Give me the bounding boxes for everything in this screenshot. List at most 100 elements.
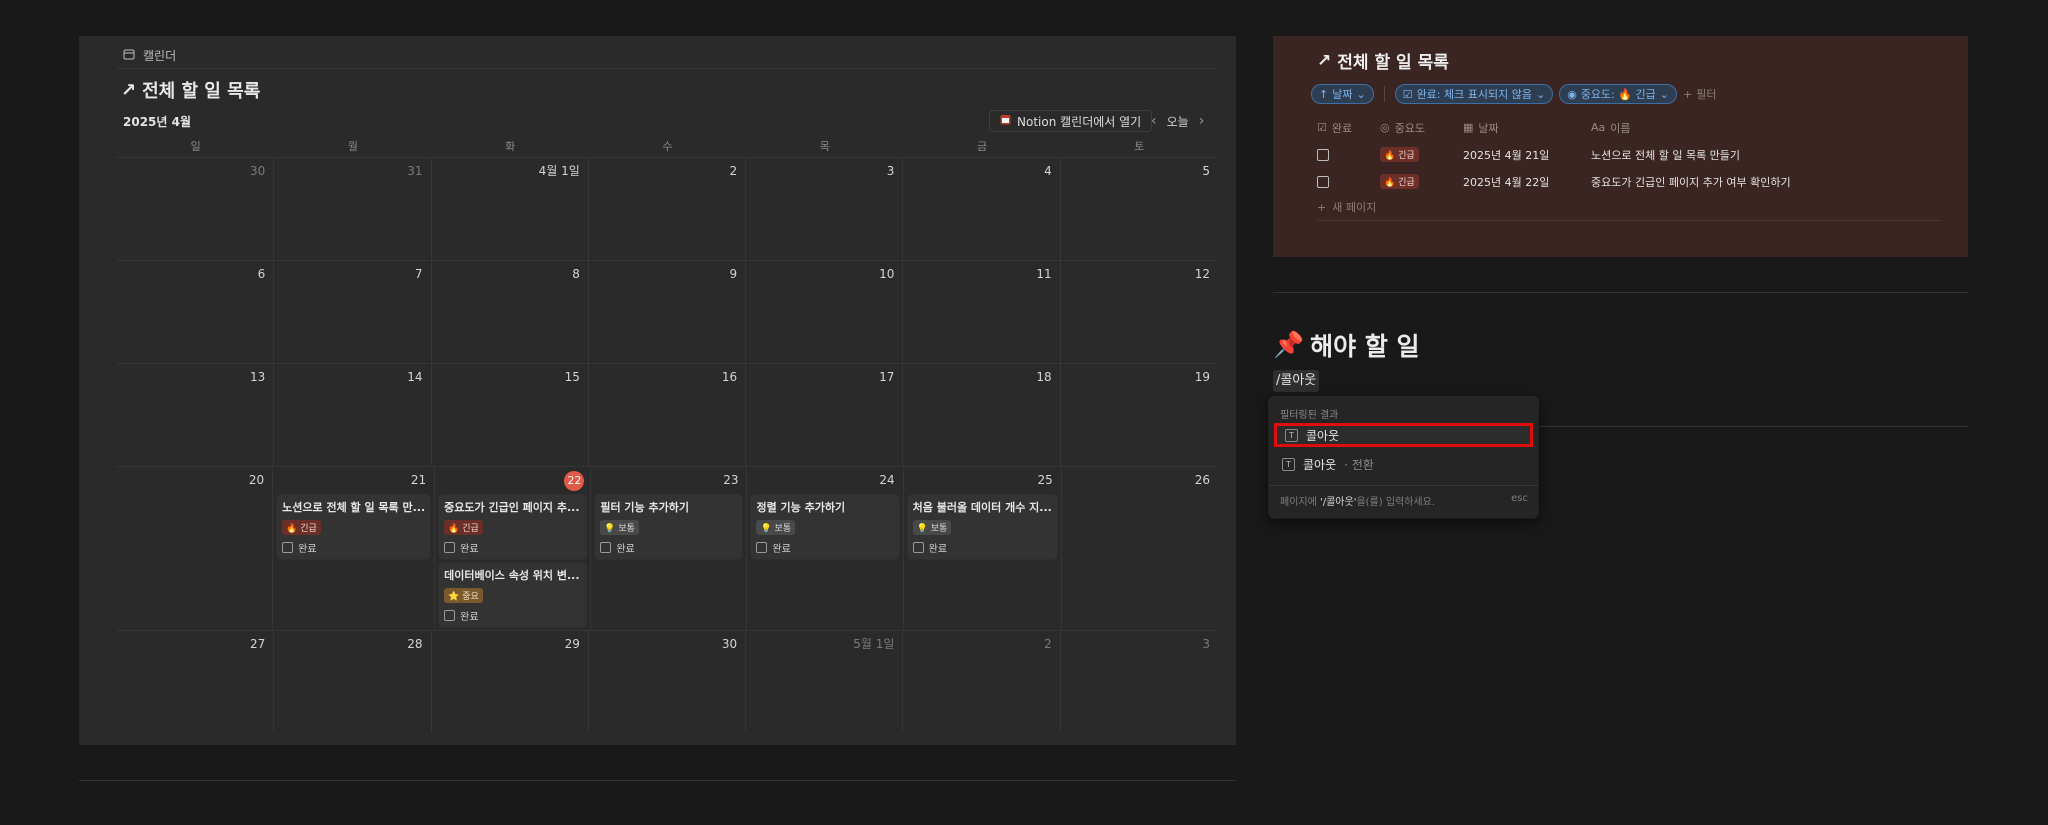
menu-hint: 페이지에 '/콜아웃'을(를) 입력하세요.: [1280, 493, 1435, 508]
checkbox-icon[interactable]: [444, 542, 456, 553]
todo-heading[interactable]: 📌 해야 할 일: [1273, 327, 1420, 363]
calendar-day[interactable]: 23 필터 기능 추가하기 💡 보통 완료: [591, 467, 748, 631]
name-cell[interactable]: 노션으로 전체 할 일 목록 만들기: [1591, 147, 1932, 163]
plus-icon: +: [1683, 87, 1693, 101]
calendar-view-tab[interactable]: 캘린더: [123, 44, 176, 66]
column-header-name[interactable]: Aa 이름: [1591, 120, 1932, 136]
done-checkbox-row[interactable]: 완료: [444, 540, 581, 555]
calendar-day[interactable]: 5월 1일: [746, 631, 904, 733]
calendar-event-card[interactable]: 정렬 기능 추가하기 💡 보통 완료: [751, 495, 899, 559]
done-checkbox[interactable]: [1317, 148, 1329, 161]
calendar-day[interactable]: 19: [1061, 364, 1218, 466]
calendar-day[interactable]: 7: [274, 261, 432, 363]
event-title: 노션으로 전체 할 일 목록 만...: [282, 501, 426, 514]
new-page-button[interactable]: + 새 페이지: [1317, 195, 1932, 219]
day-number: 20: [248, 473, 265, 487]
done-checkbox-row[interactable]: 완료: [444, 608, 581, 623]
calendar-day[interactable]: 30: [117, 158, 275, 260]
calendar-day[interactable]: 12: [1061, 261, 1218, 363]
today-button[interactable]: 오늘: [1167, 113, 1189, 130]
table-title[interactable]: ↗ 전체 할 일 목록: [1317, 48, 1449, 74]
priority-filter-chip[interactable]: ◉ 중요도: 🔥 긴급 ⌄: [1559, 84, 1678, 104]
column-label: 중요도: [1394, 121, 1425, 135]
calendar-day[interactable]: 20: [117, 467, 274, 631]
calendar-day[interactable]: 11: [903, 261, 1061, 363]
done-checkbox-row[interactable]: 완료: [912, 540, 1052, 555]
calendar-title[interactable]: ↗ 전체 할 일 목록: [121, 77, 260, 103]
calendar-event-card[interactable]: 중요도가 긴급인 페이지 추... 🔥 긴급 완료: [439, 495, 587, 559]
calendar-day[interactable]: 2: [903, 631, 1061, 733]
day-number: 19: [1194, 370, 1210, 384]
calendar-day[interactable]: 15: [432, 364, 589, 466]
calendar-day[interactable]: 24 정렬 기능 추가하기 💡 보통 완료: [747, 467, 904, 631]
menu-item-sub-label: 전환: [1351, 457, 1374, 472]
checkbox-icon[interactable]: [444, 610, 456, 621]
calendar-day[interactable]: 4월 1일: [432, 158, 589, 260]
table-row[interactable]: 🔥 긴급 2025년 4월 22일 중요도가 긴급인 페이지 추가 여부 확인하…: [1317, 168, 1932, 195]
select-property-icon: ◎: [1380, 121, 1390, 134]
calendar-event-card[interactable]: 데이터베이스 속성 위치 변... ⭐ 중요 완료: [439, 563, 587, 627]
done-label: 완료: [460, 544, 479, 555]
esc-key-hint[interactable]: esc: [1511, 493, 1528, 508]
calendar-day[interactable]: 29: [432, 631, 589, 733]
weekday-header: 일 월 화 수 목 금 토: [117, 136, 1218, 158]
calendar-day[interactable]: 13: [117, 364, 275, 466]
calendar-event-card[interactable]: 필터 기능 추가하기 💡 보통 완료: [595, 495, 743, 559]
done-checkbox-row[interactable]: 완료: [282, 540, 425, 555]
menu-divider: [1269, 485, 1538, 486]
menu-item-callout[interactable]: T 콜아웃: [1274, 423, 1533, 447]
calendar-day[interactable]: 22 중요도가 긴급인 페이지 추... 🔥 긴급 완료 데이터베이스 속성 위…: [435, 467, 592, 631]
calendar-day[interactable]: 10: [746, 261, 904, 363]
column-header-priority[interactable]: ◎ 중요도: [1380, 120, 1463, 136]
next-month-icon[interactable]: ›: [1199, 113, 1205, 129]
sort-chip[interactable]: ↑ 날짜 ⌄: [1311, 84, 1374, 104]
text-property-icon: Aa: [1591, 121, 1606, 134]
calendar-event-card[interactable]: 처음 불러올 데이터 개수 지... 💡 보통 완료: [907, 495, 1057, 559]
done-checkbox-row[interactable]: 완료: [756, 540, 893, 555]
calendar-day[interactable]: 3: [746, 158, 904, 260]
column-header-done[interactable]: ☑ 완료: [1317, 120, 1380, 136]
checkbox-icon[interactable]: [600, 542, 612, 553]
chevron-down-icon: ⌄: [1659, 87, 1670, 101]
weekday-label: 월: [347, 140, 358, 153]
calendar-day[interactable]: 6: [117, 261, 275, 363]
slash-command-input[interactable]: /콜아웃: [1273, 370, 1320, 392]
done-filter-chip[interactable]: ☑ 완료: 체크 표시되지 않음 ⌄: [1394, 84, 1554, 104]
prev-month-icon[interactable]: ‹: [1151, 113, 1157, 129]
calendar-day[interactable]: 5: [1061, 158, 1218, 260]
done-checkbox[interactable]: [1317, 175, 1329, 188]
calendar-week: 20 21 노션으로 전체 할 일 목록 만... 🔥 긴급 완료 22 중요도…: [117, 467, 1218, 631]
day-number: 29: [564, 637, 580, 651]
calendar-day[interactable]: 8: [432, 261, 589, 363]
calendar-day[interactable]: 28: [274, 631, 432, 733]
calendar-day[interactable]: 21 노션으로 전체 할 일 목록 만... 🔥 긴급 완료: [273, 467, 436, 631]
menu-item-callout-convert[interactable]: T 콜아웃 · 전환: [1274, 452, 1533, 476]
checkbox-icon[interactable]: [756, 542, 768, 553]
column-header-date[interactable]: ▦ 날짜: [1463, 120, 1591, 136]
name-cell[interactable]: 중요도가 긴급인 페이지 추가 여부 확인하기: [1591, 174, 1932, 190]
open-in-notion-calendar-button[interactable]: Notion 캘린더에서 열기: [989, 110, 1153, 132]
calendar-day[interactable]: 9: [589, 261, 747, 363]
checkbox-icon[interactable]: [912, 542, 924, 553]
add-filter-button[interactable]: + 필터: [1683, 86, 1716, 102]
calendar-day[interactable]: 17: [746, 364, 904, 466]
checkbox-property-icon: ☑: [1402, 87, 1413, 101]
calendar-day[interactable]: 16: [589, 364, 747, 466]
checkbox-icon[interactable]: [282, 542, 294, 553]
calendar-day[interactable]: 14: [274, 364, 432, 466]
done-checkbox-row[interactable]: 완료: [600, 540, 737, 555]
calendar-day[interactable]: 26: [1062, 467, 1218, 631]
calendar-event-card[interactable]: 노션으로 전체 할 일 목록 만... 🔥 긴급 완료: [277, 495, 431, 559]
calendar-day[interactable]: 31: [274, 158, 432, 260]
hint-command: '/콜아웃': [1319, 497, 1357, 508]
calendar-day[interactable]: 4: [903, 158, 1061, 260]
linked-arrow-icon: ↗: [121, 79, 137, 101]
table-row[interactable]: 🔥 긴급 2025년 4월 21일 노션으로 전체 할 일 목록 만들기: [1317, 141, 1932, 168]
calendar-day[interactable]: 18: [903, 364, 1061, 466]
calendar-day[interactable]: 30: [589, 631, 747, 733]
calendar-day[interactable]: 3: [1061, 631, 1218, 733]
calendar-day[interactable]: 25 처음 불러올 데이터 개수 지... 💡 보통 완료: [904, 467, 1062, 631]
calendar-day[interactable]: 2: [589, 158, 747, 260]
calendar-day[interactable]: 27: [117, 631, 275, 733]
table-bottom-border: [1317, 220, 1942, 221]
